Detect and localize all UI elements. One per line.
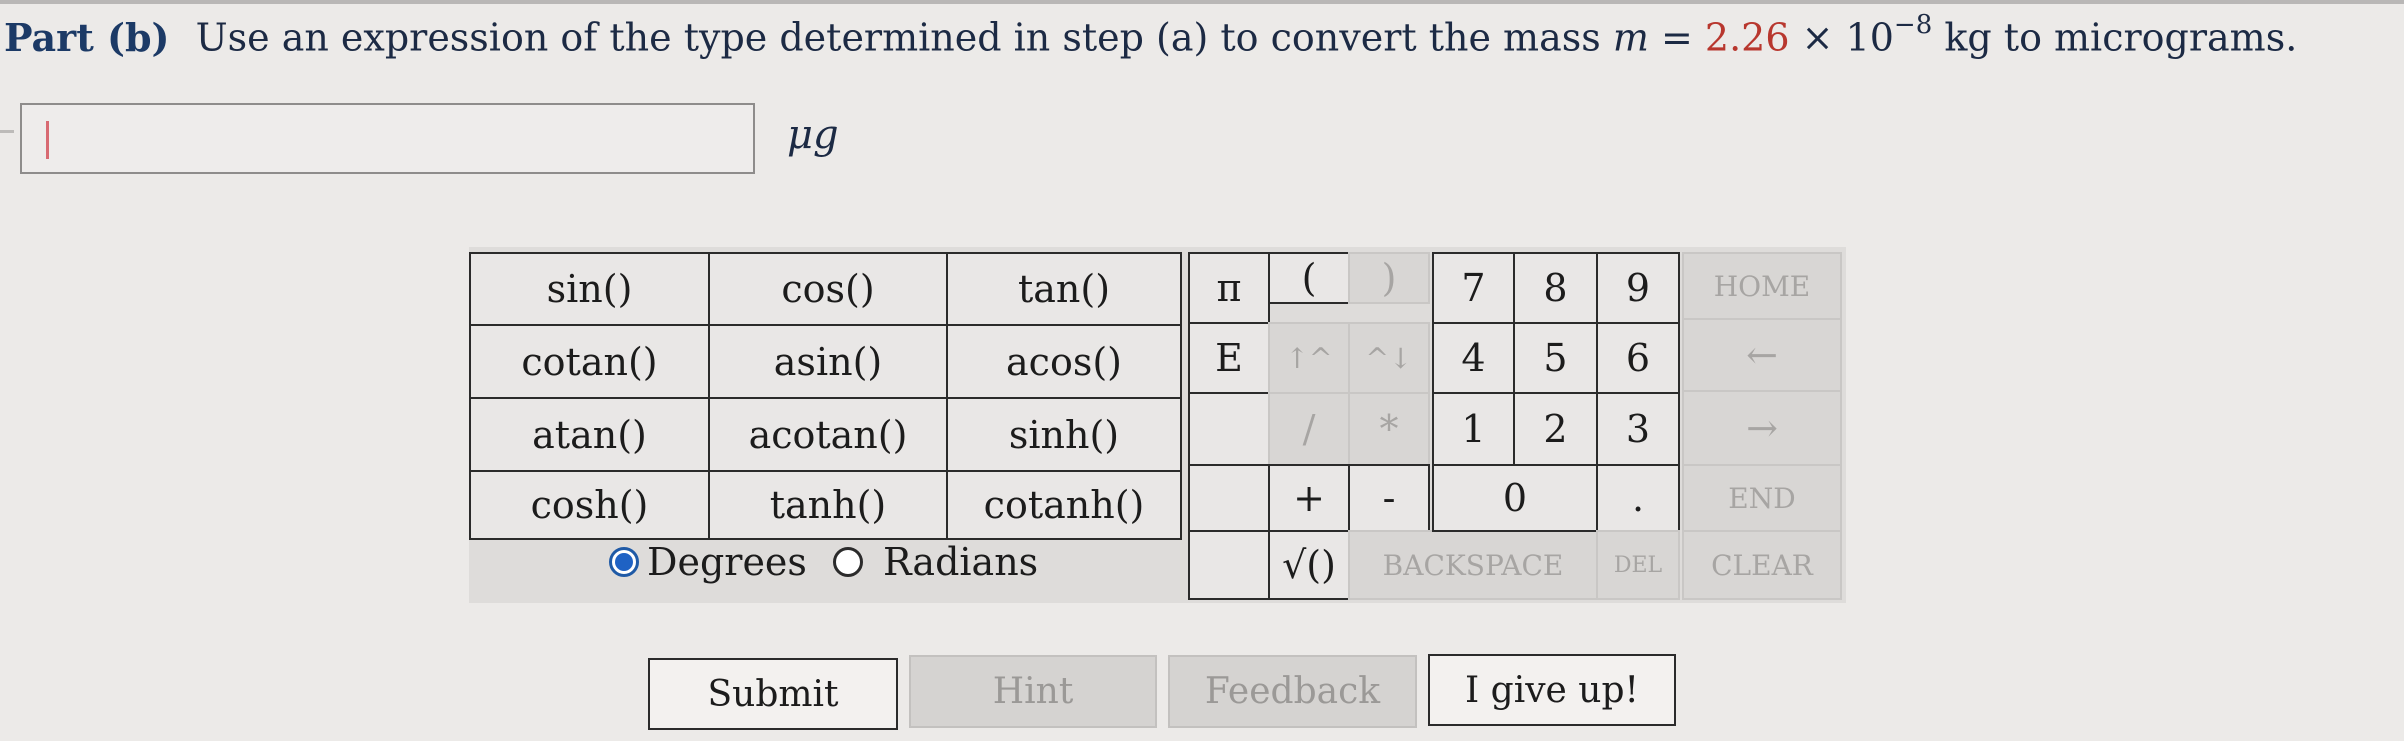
del-button[interactable]: DEL: [1596, 530, 1680, 600]
power-base: 10: [1845, 15, 1894, 60]
tanh-button[interactable]: tanh(): [708, 470, 948, 540]
degrees-radio[interactable]: [609, 547, 639, 577]
mass-unit: kg: [1944, 15, 1992, 60]
cursor-right-button[interactable]: →: [1682, 390, 1842, 466]
mass-mantissa: 2.26: [1704, 15, 1790, 60]
clear-button[interactable]: CLEAR: [1682, 530, 1842, 600]
decimal-button[interactable]: .: [1596, 464, 1680, 532]
part-label: Part (b): [4, 14, 170, 60]
backspace-button[interactable]: BACKSPACE: [1348, 530, 1598, 600]
digit-4-button[interactable]: 4: [1432, 322, 1515, 394]
blank-key-2[interactable]: [1188, 464, 1270, 532]
home-button[interactable]: HOME: [1682, 252, 1842, 320]
tan-button[interactable]: tan(): [946, 252, 1182, 326]
times-sign: ×: [1801, 15, 1834, 60]
sqrt-button[interactable]: √(): [1268, 530, 1350, 600]
feedback-button[interactable]: Feedback: [1168, 655, 1417, 728]
cos-button[interactable]: cos(): [708, 252, 948, 326]
digit-6-button[interactable]: 6: [1596, 322, 1680, 394]
digit-1-button[interactable]: 1: [1432, 392, 1515, 466]
answer-unit: μg: [787, 112, 839, 158]
digit-3-button[interactable]: 3: [1596, 392, 1680, 466]
acotan-button[interactable]: acotan(): [708, 397, 948, 472]
blank-key-1[interactable]: [1188, 392, 1270, 466]
question-text: Part (b) Use an expression of the type d…: [4, 10, 2298, 60]
multiply-button[interactable]: *: [1348, 392, 1430, 466]
close-paren-button[interactable]: ): [1348, 252, 1430, 304]
blank-key-3[interactable]: [1188, 530, 1270, 600]
question-prompt: Use an expression of the type determined…: [195, 15, 1601, 60]
sinh-button[interactable]: sinh(): [946, 397, 1182, 472]
question-suffix: to micrograms.: [2003, 15, 2298, 60]
up-arrows-button[interactable]: ↑^: [1268, 322, 1350, 394]
acos-button[interactable]: acos(): [946, 324, 1182, 399]
text-caret: [46, 121, 49, 159]
cursor-left-button[interactable]: ←: [1682, 318, 1842, 392]
digit-0-button[interactable]: 0: [1432, 464, 1598, 532]
top-divider: [0, 0, 2404, 4]
e-button[interactable]: E: [1188, 322, 1270, 394]
digit-5-button[interactable]: 5: [1513, 322, 1598, 394]
angle-mode-selector: Degrees Radians: [609, 540, 1038, 584]
cotanh-button[interactable]: cotanh(): [946, 470, 1182, 540]
radians-radio[interactable]: [832, 547, 863, 577]
sin-button[interactable]: sin(): [469, 252, 710, 326]
plus-button[interactable]: +: [1268, 464, 1350, 532]
radians-label: Radians: [882, 540, 1039, 584]
digit-7-button[interactable]: 7: [1432, 252, 1515, 324]
open-paren-button[interactable]: (: [1268, 252, 1350, 304]
mass-variable: m: [1612, 15, 1649, 60]
digit-9-button[interactable]: 9: [1596, 252, 1680, 324]
asin-button[interactable]: asin(): [708, 324, 948, 399]
end-button[interactable]: END: [1682, 464, 1842, 532]
hint-button[interactable]: Hint: [909, 655, 1157, 728]
cosh-button[interactable]: cosh(): [469, 470, 710, 540]
cotan-button[interactable]: cotan(): [469, 324, 710, 399]
pi-button[interactable]: π: [1188, 252, 1270, 324]
down-arrows-button[interactable]: ^↓: [1348, 322, 1430, 394]
answer-input[interactable]: [20, 103, 755, 174]
minus-button[interactable]: -: [1348, 464, 1430, 532]
give-up-button[interactable]: I give up!: [1428, 654, 1676, 726]
equals-sign: =: [1660, 15, 1693, 60]
digit-8-button[interactable]: 8: [1513, 252, 1598, 324]
degrees-label: Degrees: [647, 540, 807, 584]
input-marker: [0, 130, 14, 133]
submit-button[interactable]: Submit: [648, 658, 898, 730]
power-exponent: −8: [1893, 10, 1933, 40]
digit-2-button[interactable]: 2: [1513, 392, 1598, 466]
atan-button[interactable]: atan(): [469, 397, 710, 472]
divide-button[interactable]: /: [1268, 392, 1350, 466]
